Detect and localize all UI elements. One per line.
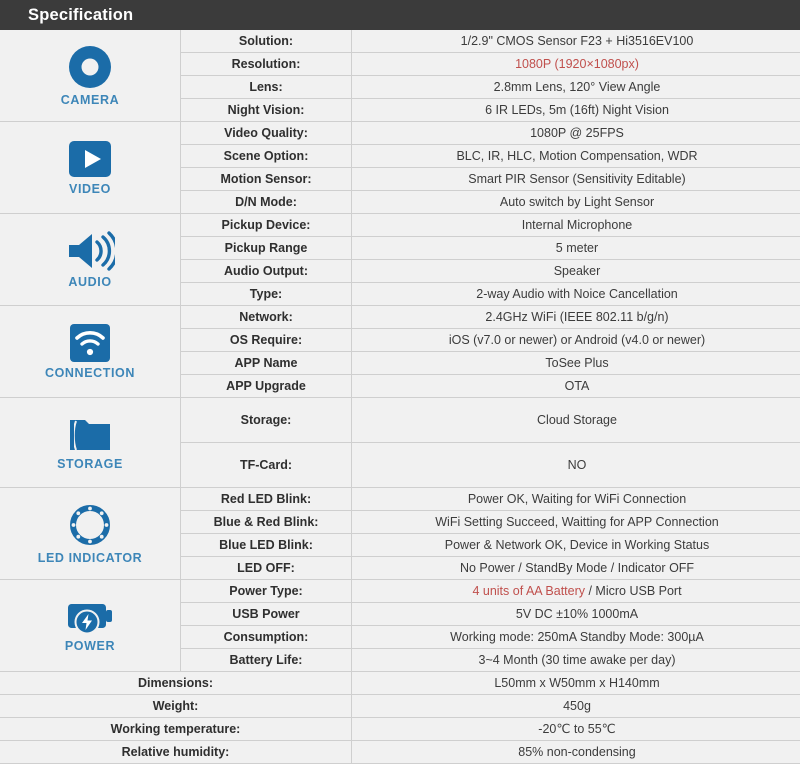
spec-value: 2.8mm Lens, 120° View Angle bbox=[352, 76, 800, 99]
spec-label: Battery Life: bbox=[181, 649, 352, 672]
spec-value: 1/2.9" CMOS Sensor F23 + Hi3516EV100 bbox=[352, 30, 800, 53]
spec-label: Lens: bbox=[181, 76, 352, 99]
spec-value: iOS (v7.0 or newer) or Android (v4.0 or … bbox=[352, 329, 800, 352]
section-camera: CAMERA bbox=[0, 30, 181, 122]
spec-label: Consumption: bbox=[181, 626, 352, 649]
section-label: VIDEO bbox=[69, 182, 111, 196]
section-label: LED INDICATOR bbox=[38, 551, 143, 565]
spec-value: 3~4 Month (30 time awake per day) bbox=[352, 649, 800, 672]
spec-label: Night Vision: bbox=[181, 99, 352, 122]
spec-value: ToSee Plus bbox=[352, 352, 800, 375]
table-row: STORAGEStorage:Cloud Storage bbox=[0, 398, 800, 443]
table-row: VIDEOVideo Quality:1080P @ 25FPS bbox=[0, 122, 800, 145]
spec-value: Working mode: 250mA Standby Mode: 300µA bbox=[352, 626, 800, 649]
spec-label: Video Quality: bbox=[181, 122, 352, 145]
spec-label: Resolution: bbox=[181, 53, 352, 76]
spec-value: 6 IR LEDs, 5m (16ft) Night Vision bbox=[352, 99, 800, 122]
table-row: LED INDICATORRed LED Blink:Power OK, Wai… bbox=[0, 488, 800, 511]
spec-label: Type: bbox=[181, 283, 352, 306]
specification-table-body: CAMERA Solution:1/2.9" CMOS Sensor F23 + … bbox=[0, 30, 800, 764]
camera-lens-icon bbox=[67, 44, 113, 90]
page-title: Specification bbox=[28, 6, 133, 25]
spec-label: TF-Card: bbox=[181, 443, 352, 488]
table-row: Weight:450g bbox=[0, 695, 800, 718]
spec-label: APP Upgrade bbox=[181, 375, 352, 398]
spec-value: Power & Network OK, Device in Working St… bbox=[352, 534, 800, 557]
section-label: STORAGE bbox=[57, 457, 123, 471]
section-power: POWER bbox=[0, 580, 181, 672]
section-storage: STORAGE bbox=[0, 398, 181, 488]
spec-label: Pickup Range bbox=[181, 237, 352, 260]
spec-label: Blue LED Blink: bbox=[181, 534, 352, 557]
section-video: VIDEO bbox=[0, 122, 181, 214]
spec-value: 1080P (1920×1080px) bbox=[352, 53, 800, 76]
spec-value: 4 units of AA Battery / Micro USB Port bbox=[352, 580, 800, 603]
section-label: CAMERA bbox=[61, 93, 119, 107]
header-bar: Specification bbox=[0, 0, 800, 30]
spec-label: Blue & Red Blink: bbox=[181, 511, 352, 534]
folder-storage-icon bbox=[66, 414, 114, 454]
table-row: AUDIOPickup Device:Internal Microphone bbox=[0, 214, 800, 237]
spec-label: Relative humidity: bbox=[0, 741, 352, 764]
spec-value: Cloud Storage bbox=[352, 398, 800, 443]
spec-label: Solution: bbox=[181, 30, 352, 53]
spec-value: 2-way Audio with Noice Cancellation bbox=[352, 283, 800, 306]
spec-value: Speaker bbox=[352, 260, 800, 283]
wifi-icon bbox=[69, 323, 111, 363]
specification-sheet: Specification CAMERASolution:1/2.9" CMOS… bbox=[0, 0, 800, 726]
spec-value: 5 meter bbox=[352, 237, 800, 260]
spec-label: D/N Mode: bbox=[181, 191, 352, 214]
spec-label: Scene Option: bbox=[181, 145, 352, 168]
spec-value: 450g bbox=[352, 695, 800, 718]
spec-value: No Power / StandBy Mode / Indicator OFF bbox=[352, 557, 800, 580]
section-label: CONNECTION bbox=[45, 366, 135, 380]
spec-value: 85% non-condensing bbox=[352, 741, 800, 764]
spec-value: Smart PIR Sensor (Sensitivity Editable) bbox=[352, 168, 800, 191]
section-led-indicator: LED INDICATOR bbox=[0, 488, 181, 580]
section-audio: AUDIO bbox=[0, 214, 181, 306]
section-label: AUDIO bbox=[68, 275, 111, 289]
spec-value: 5V DC ±10% 1000mA bbox=[352, 603, 800, 626]
table-row: POWERPower Type:4 units of AA Battery / … bbox=[0, 580, 800, 603]
spec-value: 1080P @ 25FPS bbox=[352, 122, 800, 145]
spec-value: 2.4GHz WiFi (IEEE 802.11 b/g/n) bbox=[352, 306, 800, 329]
spec-label: Storage: bbox=[181, 398, 352, 443]
spec-label: APP Name bbox=[181, 352, 352, 375]
spec-value: Auto switch by Light Sensor bbox=[352, 191, 800, 214]
spec-label: LED OFF: bbox=[181, 557, 352, 580]
spec-label: Working temperature: bbox=[0, 718, 352, 741]
section-label: POWER bbox=[65, 639, 115, 653]
spec-value-part: 4 units of AA Battery bbox=[472, 584, 585, 598]
spec-value: -20℃ to 55℃ bbox=[352, 718, 800, 741]
video-play-icon bbox=[67, 139, 113, 179]
spec-label: Audio Output: bbox=[181, 260, 352, 283]
spec-label: Pickup Device: bbox=[181, 214, 352, 237]
spec-value: Internal Microphone bbox=[352, 214, 800, 237]
table-row: CAMERASolution:1/2.9" CMOS Sensor F23 + … bbox=[0, 30, 800, 53]
spec-value: NO bbox=[352, 443, 800, 488]
spec-value: Power OK, Waiting for WiFi Connection bbox=[352, 488, 800, 511]
spec-label: USB Power bbox=[181, 603, 352, 626]
spec-label: OS Require: bbox=[181, 329, 352, 352]
spec-label: Power Type: bbox=[181, 580, 352, 603]
spec-label: Network: bbox=[181, 306, 352, 329]
table-row: CONNECTIONNetwork:2.4GHz WiFi (IEEE 802.… bbox=[0, 306, 800, 329]
spec-value-part: / Micro USB Port bbox=[585, 584, 682, 598]
spec-label: Motion Sensor: bbox=[181, 168, 352, 191]
table-row: Working temperature:-20℃ to 55℃ bbox=[0, 718, 800, 741]
spec-value: WiFi Setting Succeed, Waitting for APP C… bbox=[352, 511, 800, 534]
battery-power-icon bbox=[65, 598, 115, 636]
section-connection: CONNECTION bbox=[0, 306, 181, 398]
spec-value: L50mm x W50mm x H140mm bbox=[352, 672, 800, 695]
specification-table: CAMERA Solution:1/2.9" CMOS Sensor F23 + … bbox=[0, 30, 800, 764]
spec-label: Dimensions: bbox=[0, 672, 352, 695]
spec-label: Weight: bbox=[0, 695, 352, 718]
led-ring-icon bbox=[67, 502, 113, 548]
spec-value: BLC, IR, HLC, Motion Compensation, WDR bbox=[352, 145, 800, 168]
spec-value: OTA bbox=[352, 375, 800, 398]
table-row: Relative humidity:85% non-condensing bbox=[0, 741, 800, 764]
speaker-audio-icon bbox=[65, 230, 115, 272]
table-row: Dimensions:L50mm x W50mm x H140mm bbox=[0, 672, 800, 695]
spec-label: Red LED Blink: bbox=[181, 488, 352, 511]
